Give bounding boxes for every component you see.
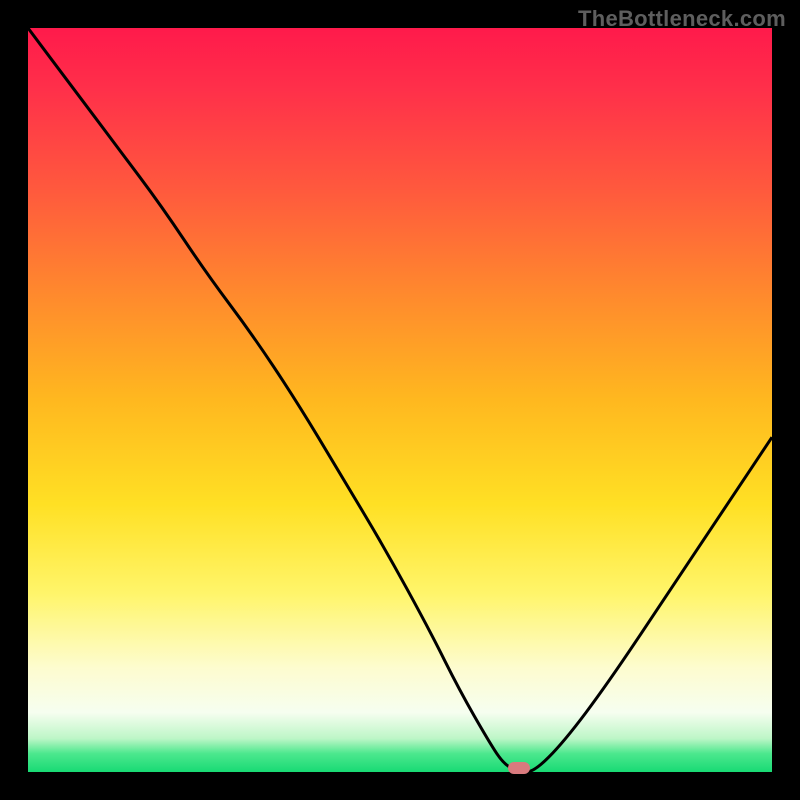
gradient-background xyxy=(28,28,772,772)
watermark-text: TheBottleneck.com xyxy=(578,6,786,32)
chart-frame: TheBottleneck.com xyxy=(0,0,800,800)
optimum-marker xyxy=(508,762,530,774)
